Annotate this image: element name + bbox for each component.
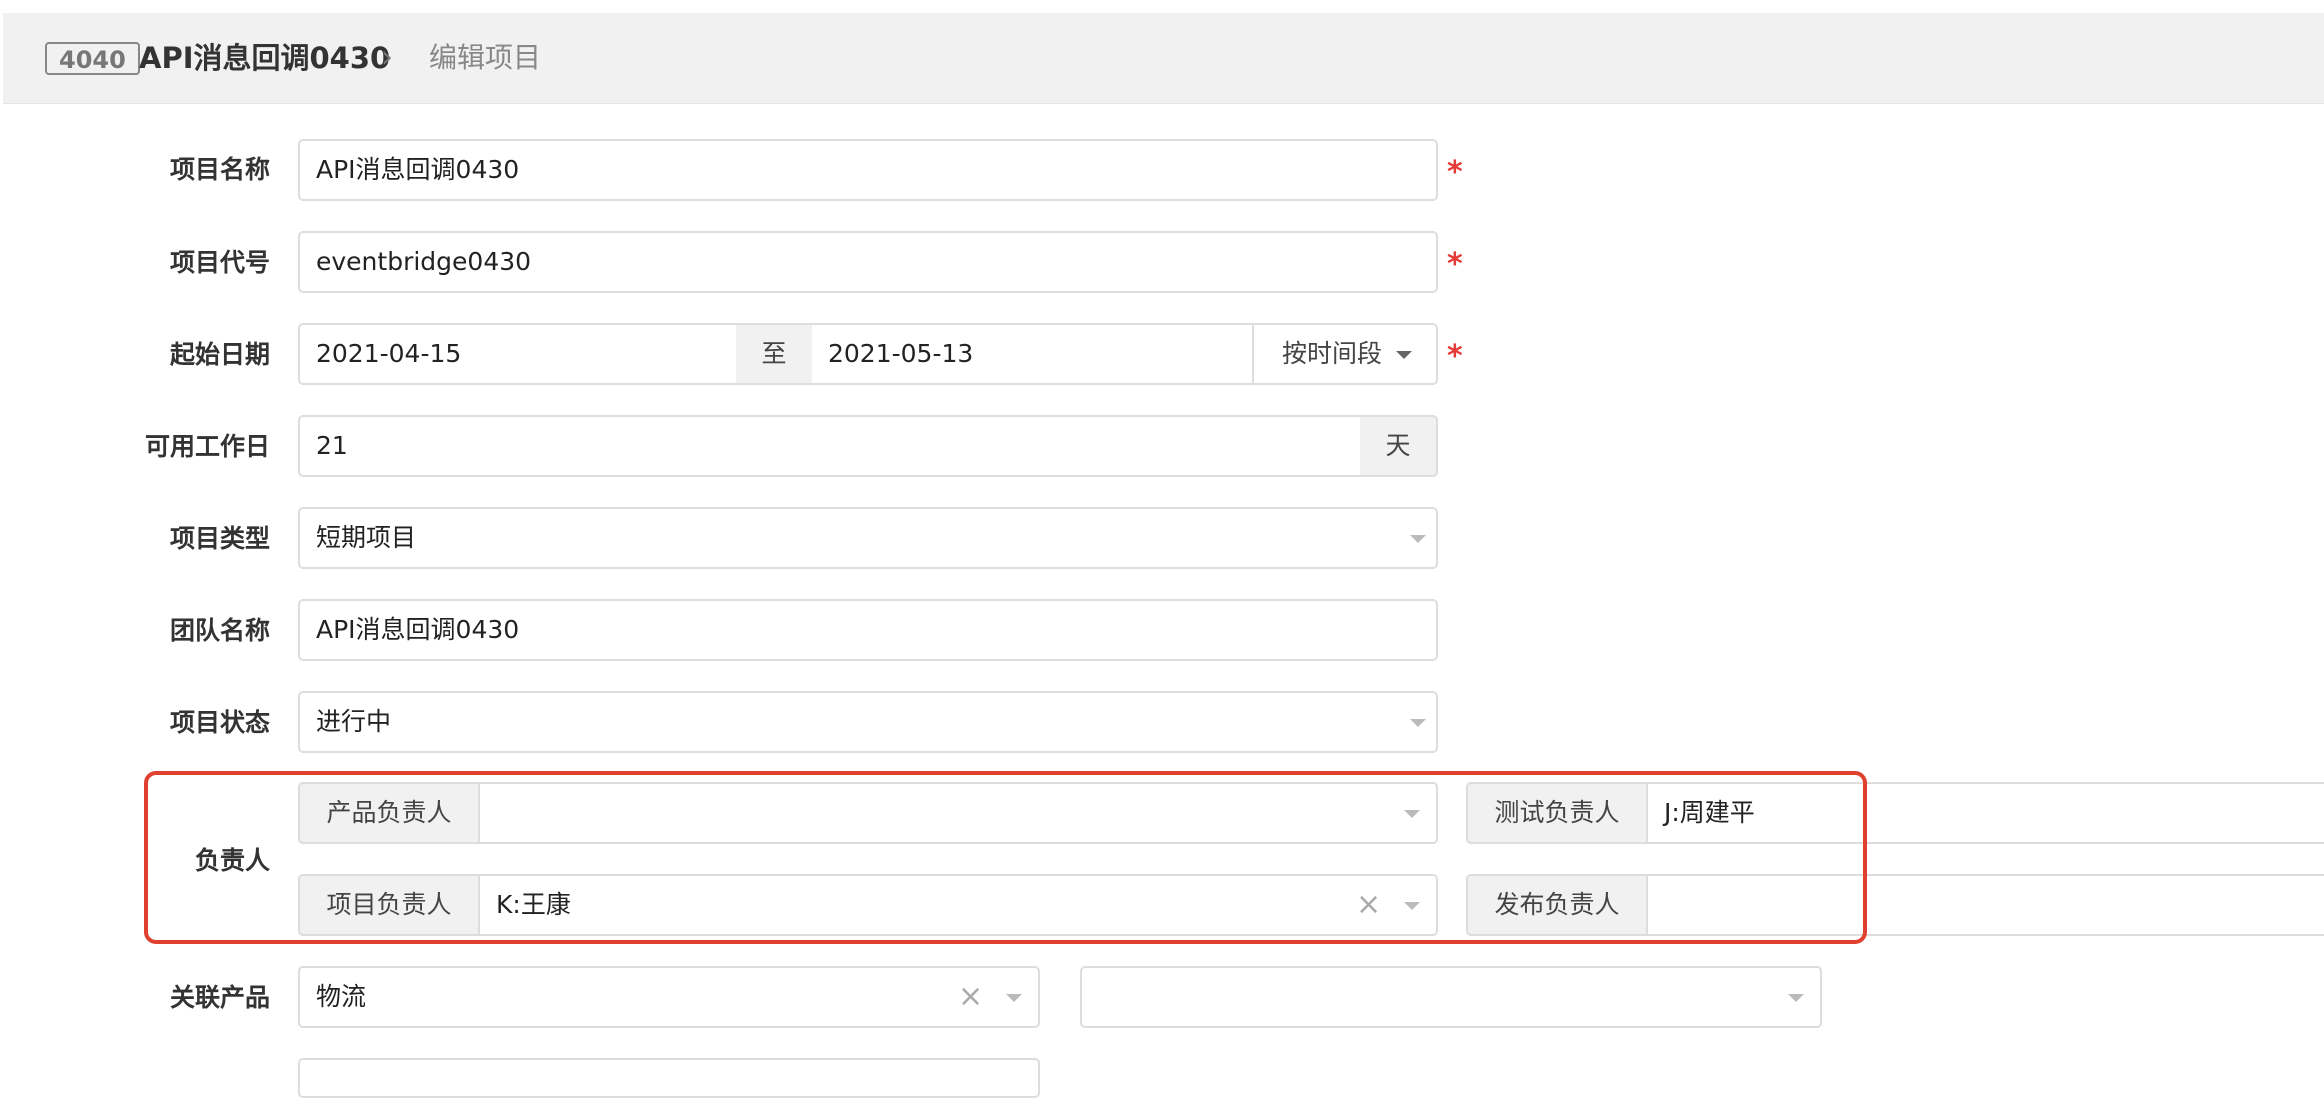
date-mode-value: 按时间段 — [1282, 339, 1383, 368]
related-products-label: 关联产品 — [169, 983, 270, 1012]
next-field-partial[interactable] — [298, 1058, 1040, 1098]
project-name-label: 项目名称 — [169, 155, 270, 184]
workdays-label: 可用工作日 — [144, 432, 270, 461]
date-mode-select[interactable]: 按时间段 — [1252, 323, 1438, 385]
team-name-label: 团队名称 — [169, 616, 270, 645]
project-code-input[interactable]: eventbridge0430 — [298, 231, 1438, 293]
related-product-value: 物流 — [316, 982, 367, 1011]
clear-icon[interactable]: × — [958, 982, 983, 1012]
related-branch-select[interactable] — [1080, 966, 1822, 1028]
team-name-input[interactable]: API消息回调0430 — [298, 599, 1438, 661]
workdays-input[interactable]: 21 — [298, 415, 1362, 477]
project-type-label: 项目类型 — [169, 524, 270, 553]
chevron-down-icon — [1410, 535, 1426, 543]
date-range-separator: 至 — [736, 323, 814, 385]
date-range-label: 起始日期 — [169, 340, 270, 369]
breadcrumb-chevron-icon: › — [381, 40, 393, 75]
project-title[interactable]: API消息回调0430 — [139, 39, 390, 77]
breadcrumb-current-page: 编辑项目 — [429, 41, 542, 74]
project-status-label: 项目状态 — [169, 708, 270, 737]
page-header: 4040 API消息回调0430 › 编辑项目 — [3, 13, 2324, 104]
chevron-down-icon — [1410, 719, 1426, 727]
project-type-value: 短期项目 — [316, 523, 417, 552]
chevron-down-icon — [1006, 994, 1022, 1002]
required-marker: * — [1447, 339, 1463, 374]
project-name-input[interactable]: API消息回调0430 — [298, 139, 1438, 201]
start-date-input[interactable]: 2021-04-15 — [298, 323, 738, 385]
related-product-select[interactable]: 物流 × — [298, 966, 1040, 1028]
project-status-select[interactable]: 进行中 — [298, 691, 1438, 753]
project-status-value: 进行中 — [316, 707, 392, 736]
project-code-label: 项目代号 — [169, 248, 270, 277]
owners-highlight-box — [144, 771, 1867, 944]
workdays-unit: 天 — [1360, 415, 1438, 477]
end-date-input[interactable]: 2021-05-13 — [812, 323, 1254, 385]
chevron-down-icon — [1788, 994, 1804, 1002]
project-id-badge: 4040 — [45, 42, 140, 75]
project-type-select[interactable]: 短期项目 — [298, 507, 1438, 569]
required-marker: * — [1447, 155, 1463, 190]
required-marker: * — [1447, 247, 1463, 282]
chevron-down-icon — [1396, 351, 1412, 359]
